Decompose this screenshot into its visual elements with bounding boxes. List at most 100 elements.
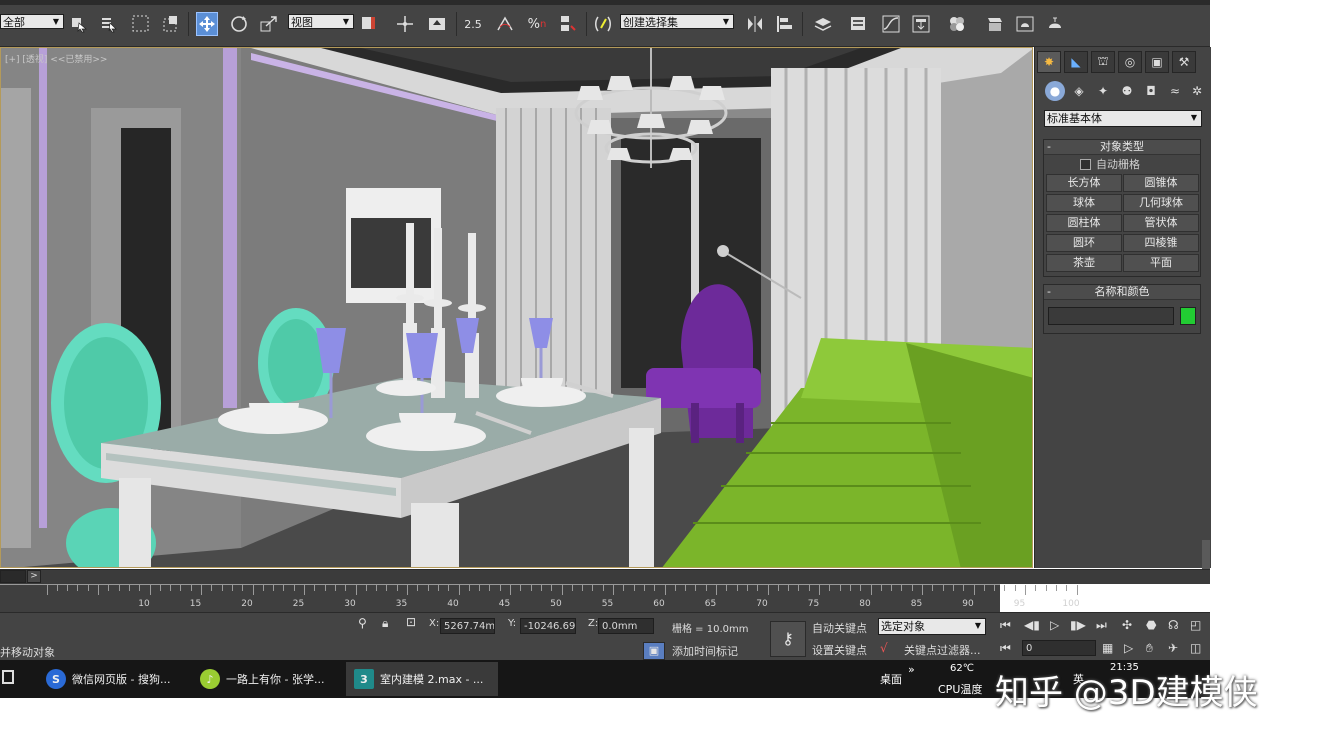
time-config-icon[interactable]: ▦: [1102, 641, 1113, 655]
time-slider-thumb[interactable]: [0, 570, 26, 583]
geometry-category-icon[interactable]: ●: [1045, 81, 1065, 101]
select-object-icon[interactable]: [68, 12, 90, 36]
shapes-category-icon[interactable]: ◈: [1069, 81, 1089, 101]
name-color-header[interactable]: - 名称和颜色: [1044, 285, 1200, 300]
key-icon[interactable]: ⚷: [770, 621, 806, 657]
object-name-field[interactable]: [1048, 307, 1174, 325]
auto-key-button[interactable]: 自动关键点: [812, 620, 867, 636]
pivot-center-icon[interactable]: [358, 12, 380, 36]
helpers-category-icon[interactable]: ◘: [1141, 81, 1161, 101]
field-of-view-icon[interactable]: ▷: [1124, 641, 1133, 655]
tab-utilities[interactable]: ⚒: [1172, 51, 1196, 73]
timeline-tick-label: 40: [447, 599, 459, 609]
object-color-swatch[interactable]: [1180, 307, 1196, 325]
render-setup-icon[interactable]: [984, 12, 1006, 36]
tab-hierarchy[interactable]: ⛫: [1091, 51, 1115, 73]
orbit-icon[interactable]: ☊: [1168, 618, 1179, 632]
add-time-tag-label[interactable]: 添加时间标记: [672, 643, 738, 659]
window-crossing-icon[interactable]: [160, 12, 182, 36]
edit-named-selection-icon[interactable]: [592, 12, 614, 36]
autogrid-checkbox[interactable]: 自动栅格: [1080, 157, 1140, 171]
go-to-end-icon[interactable]: ⏭: [1096, 618, 1107, 633]
pin-icon[interactable]: ⚲: [358, 616, 367, 630]
spacewarps-category-icon[interactable]: ≈: [1165, 81, 1185, 101]
object-type-button[interactable]: 四棱锥: [1123, 234, 1199, 252]
systems-category-icon[interactable]: ✲: [1187, 81, 1207, 101]
rectangular-selection-icon[interactable]: [130, 12, 152, 36]
scene-explorer-icon[interactable]: [848, 12, 870, 36]
zoom-all-icon[interactable]: ⬣: [1146, 618, 1156, 632]
tab-motion[interactable]: ◎: [1118, 51, 1142, 73]
next-frame-icon[interactable]: ▮▶: [1070, 618, 1086, 632]
keyboard-shortcut-override-icon[interactable]: [426, 12, 448, 36]
object-type-button[interactable]: 圆柱体: [1046, 214, 1122, 232]
object-type-button[interactable]: 圆环: [1046, 234, 1122, 252]
tab-modify[interactable]: ◣: [1064, 51, 1088, 73]
snap-toggle-icon[interactable]: 2.5: [462, 12, 484, 36]
lock-icon[interactable]: 🔒︎: [382, 616, 388, 631]
object-type-header[interactable]: - 对象类型: [1044, 140, 1200, 155]
selection-filter-dropdown[interactable]: 全部 ▼: [0, 14, 64, 29]
object-type-button[interactable]: 平面: [1123, 254, 1199, 272]
go-to-start-icon[interactable]: ⏮: [1000, 618, 1011, 633]
material-editor-icon[interactable]: [946, 12, 968, 36]
primitive-category-dropdown[interactable]: 标准基本体 ▼: [1044, 110, 1202, 127]
select-and-scale-icon[interactable]: [258, 12, 280, 36]
desktop-toolbar-label[interactable]: 桌面: [880, 671, 902, 687]
maximize-viewport-icon[interactable]: ◫: [1190, 641, 1201, 655]
percent-snap-icon[interactable]: % n: [526, 12, 548, 36]
select-and-rotate-icon[interactable]: [228, 12, 250, 36]
z-coordinate-field[interactable]: 0.0mm: [598, 618, 654, 634]
zoom-extents-icon[interactable]: ✣: [1122, 618, 1132, 632]
object-type-button[interactable]: 球体: [1046, 194, 1122, 212]
object-type-button[interactable]: 长方体: [1046, 174, 1122, 192]
select-by-name-icon[interactable]: [98, 12, 120, 36]
set-key-button[interactable]: 设置关键点: [812, 642, 867, 658]
cameras-category-icon[interactable]: ⚉: [1117, 81, 1137, 101]
named-selection-dropdown[interactable]: 创建选择集 ▼: [620, 14, 734, 29]
tab-create[interactable]: ✸: [1037, 51, 1061, 73]
add-time-tag-icon[interactable]: ▣: [643, 642, 665, 660]
chevron-right-icon[interactable]: >: [27, 570, 41, 583]
track-bar[interactable]: 10 15 20 25 30 35 40 45 50 55 60 65 70 75 80 85 90 95 100: [0, 584, 1080, 612]
play-icon[interactable]: ▷: [1050, 618, 1059, 632]
reference-coordinate-dropdown[interactable]: 视图 ▼: [288, 14, 354, 29]
object-type-button[interactable]: 茶壶: [1046, 254, 1122, 272]
object-type-button[interactable]: 管状体: [1123, 214, 1199, 232]
taskbar-item-sogou[interactable]: S 微信网页版 - 搜狗...: [38, 662, 188, 696]
pan-hand-icon[interactable]: ✋︎: [1146, 641, 1153, 656]
align-icon[interactable]: [774, 12, 796, 36]
absolute-mode-icon[interactable]: ⊡: [406, 615, 416, 629]
viewport-label[interactable]: [+] [透视] <<已禁用>>: [5, 52, 107, 65]
render-production-icon[interactable]: [1044, 12, 1066, 36]
curve-editor-icon[interactable]: [880, 12, 902, 36]
task-view-icon[interactable]: [2, 670, 14, 684]
viewport-layout-icon[interactable]: ◰: [1190, 618, 1201, 632]
panel-scrollbar[interactable]: [1202, 540, 1210, 570]
time-slider[interactable]: >: [0, 569, 1210, 584]
lights-category-icon[interactable]: ✦: [1093, 81, 1113, 101]
perspective-viewport[interactable]: [+] [透视] <<已禁用>>: [0, 47, 1033, 568]
previous-frame-icon[interactable]: ◀▮: [1024, 618, 1040, 632]
schematic-view-icon[interactable]: [910, 12, 932, 36]
chevron-right-icon[interactable]: »: [908, 663, 915, 676]
taskbar-item-3dsmax[interactable]: 3 室内建模 2.max - ...: [346, 662, 498, 696]
key-filters-button[interactable]: 关键点过滤器...: [904, 642, 981, 658]
spinner-snap-icon[interactable]: [556, 12, 578, 36]
x-coordinate-field[interactable]: 5267.74mm: [440, 618, 495, 634]
y-coordinate-field[interactable]: -10246.695: [520, 618, 576, 634]
layer-manager-icon[interactable]: [812, 12, 834, 36]
key-mode-icon[interactable]: ⏮: [1000, 641, 1011, 656]
object-type-button[interactable]: 几何球体: [1123, 194, 1199, 212]
tab-display[interactable]: ▣: [1145, 51, 1169, 73]
select-and-move-icon[interactable]: [196, 12, 218, 36]
angle-snap-icon[interactable]: [494, 12, 516, 36]
mirror-icon[interactable]: [744, 12, 766, 36]
rendered-frame-window-icon[interactable]: [1014, 12, 1036, 36]
walkthrough-icon[interactable]: ✈︎: [1168, 641, 1178, 655]
select-manipulate-icon[interactable]: [394, 12, 416, 36]
current-frame-field[interactable]: 0: [1022, 640, 1096, 656]
taskbar-item-music[interactable]: ♪ 一路上有你 - 张学...: [192, 662, 342, 696]
object-type-button[interactable]: 圆锥体: [1123, 174, 1199, 192]
selected-objects-dropdown[interactable]: 选定对象 ▼: [878, 618, 986, 635]
